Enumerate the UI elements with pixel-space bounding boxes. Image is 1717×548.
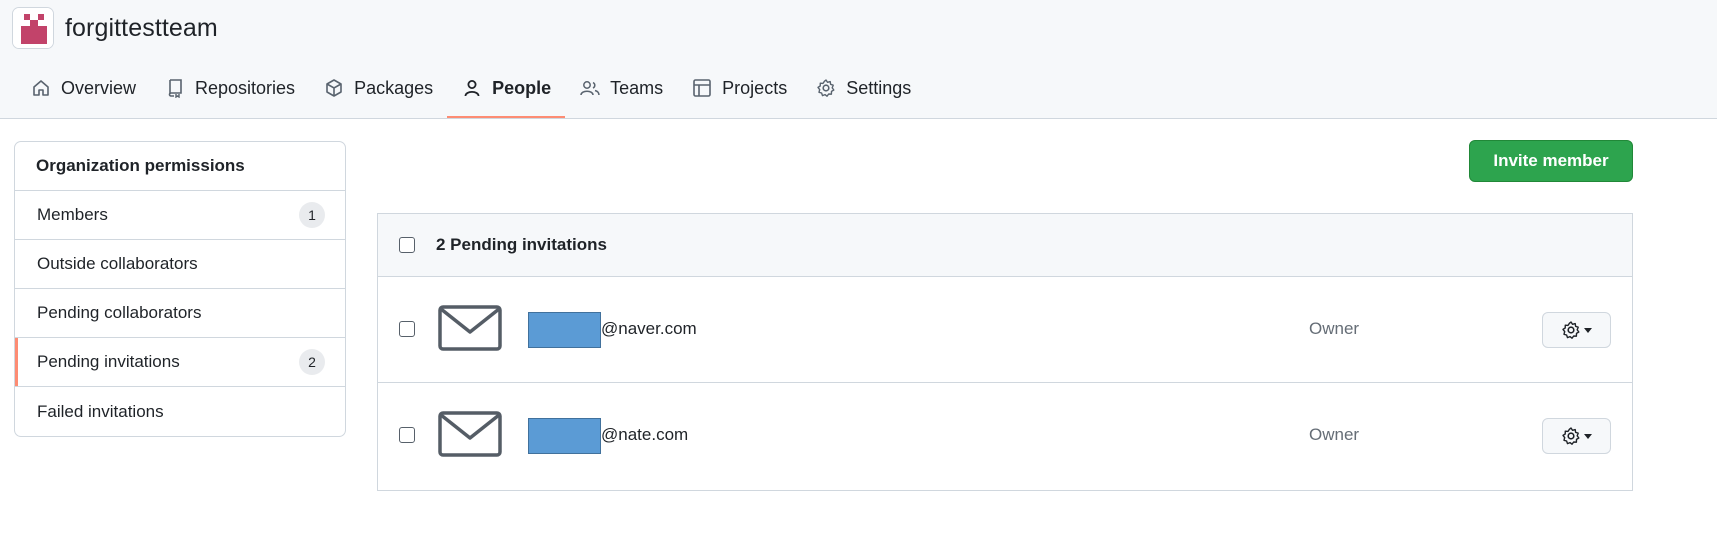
invitee-email: @nate.com	[601, 425, 689, 444]
tab-label: Settings	[846, 77, 912, 98]
list-header: 2 Pending invitations	[378, 214, 1632, 277]
redacted-username	[528, 418, 601, 454]
row-checkbox[interactable]	[399, 427, 415, 443]
org-identity: forgittestteam	[12, 7, 218, 49]
sidebar-item-pending-invitations[interactable]: Pending invitations 2	[15, 338, 345, 387]
pending-invitations-list: 2 Pending invitations @naver.com Owner @…	[377, 213, 1633, 491]
tab-settings[interactable]: Settings	[801, 72, 925, 104]
tab-repositories[interactable]: Repositories	[150, 72, 309, 104]
tab-overview[interactable]: Overview	[16, 72, 150, 104]
package-icon	[323, 77, 345, 99]
sidebar-item-members[interactable]: Members 1	[15, 191, 345, 240]
tab-label: Teams	[610, 77, 664, 98]
sidebar-item-label: Outside collaborators	[37, 254, 198, 273]
sidebar-item-label: Pending collaborators	[37, 303, 202, 322]
sidebar-item-label: Failed invitations	[37, 401, 164, 421]
sidebar-item-label: Pending invitations	[37, 352, 180, 371]
select-all-checkbox[interactable]	[399, 237, 415, 253]
sidebar-item-label: Members	[37, 205, 108, 224]
tab-label: Projects	[722, 77, 788, 98]
tab-label: Packages	[354, 77, 434, 98]
invite-member-button[interactable]: Invite member	[1469, 140, 1633, 182]
tab-projects[interactable]: Projects	[677, 72, 801, 104]
org-avatar[interactable]	[12, 7, 54, 49]
mail-icon	[438, 411, 502, 457]
repo-icon	[164, 77, 186, 99]
permissions-sidebar: Organization permissions Members 1 Outsi…	[14, 141, 346, 437]
pending-invitations-count-badge: 2	[299, 349, 325, 375]
invitation-settings-button[interactable]	[1542, 312, 1611, 348]
redacted-username	[528, 312, 601, 348]
invitation-row: @naver.com Owner	[378, 277, 1632, 383]
mail-icon	[438, 305, 502, 351]
gear-icon	[815, 77, 837, 99]
org-avatar-image	[13, 8, 53, 48]
sidebar-heading: Organization permissions	[15, 142, 345, 191]
org-nav-tabs: Overview Repositories Packages People Te…	[16, 72, 925, 118]
org-header: forgittestteam Overview Repositories Pac…	[0, 0, 1717, 119]
table-icon	[691, 77, 713, 99]
invitee-email: @naver.com	[601, 319, 697, 338]
invitation-row: @nate.com Owner	[378, 383, 1632, 489]
caret-down-icon	[1584, 327, 1592, 333]
tab-people[interactable]: People	[447, 72, 566, 118]
org-name[interactable]: forgittestteam	[65, 14, 218, 43]
gear-icon	[1562, 427, 1580, 445]
tab-label: Repositories	[195, 77, 296, 98]
person-icon	[461, 77, 483, 99]
tab-label: Overview	[61, 77, 137, 98]
people-icon	[579, 77, 601, 99]
caret-down-icon	[1584, 433, 1592, 439]
sidebar-item-outside-collaborators[interactable]: Outside collaborators	[15, 240, 345, 289]
invitation-settings-button[interactable]	[1542, 418, 1611, 454]
tab-label: People	[492, 77, 552, 98]
row-checkbox[interactable]	[399, 321, 415, 337]
sidebar-item-failed-invitations[interactable]: Failed invitations	[15, 387, 345, 436]
list-title: 2 Pending invitations	[436, 235, 607, 254]
members-count-badge: 1	[299, 202, 325, 228]
home-icon	[30, 77, 52, 99]
tab-teams[interactable]: Teams	[565, 72, 677, 104]
gear-icon	[1562, 321, 1580, 339]
tab-packages[interactable]: Packages	[309, 72, 447, 104]
invitee-role: Owner	[1309, 425, 1360, 444]
sidebar-item-pending-collaborators[interactable]: Pending collaborators	[15, 289, 345, 338]
invitee-role: Owner	[1309, 319, 1360, 338]
